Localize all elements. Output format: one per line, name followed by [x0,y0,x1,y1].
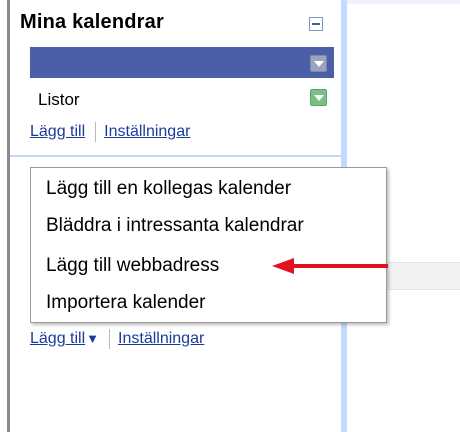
menu-item-add-colleague-calendar[interactable]: Lägg till en kollegas kalender [46,178,291,200]
menu-item-add-by-url[interactable]: Lägg till webbadress [46,255,219,277]
minus-icon[interactable] [309,17,323,31]
menu-item-import-calendar[interactable]: Importera kalender [46,292,205,314]
add-calendar-link[interactable]: Lägg till [30,123,85,140]
my-calendars-title: Mina kalendrar [20,11,164,33]
settings-link[interactable]: Inställningar [104,123,190,140]
other-settings-link[interactable]: Inställningar [118,330,204,347]
red-arrow-head [272,258,294,274]
link-separator [109,329,111,349]
chevron-down-icon[interactable] [310,89,327,106]
other-calendars-links: Lägg till▼ Inställningar [30,329,204,349]
section-divider [10,155,341,157]
add-other-calendar-label: Lägg till [30,330,86,348]
add-other-calendar-link[interactable]: Lägg till▼ [30,330,99,347]
chevron-down-icon: ▼ [86,331,100,347]
calendar-item-label[interactable]: Listor [38,90,80,110]
link-separator [95,122,97,142]
window-frame-left [0,0,10,432]
add-calendar-menu: Lägg till en kollegas kalender Bläddra i… [30,167,387,323]
calendar-item-selected[interactable] [30,47,334,78]
my-calendars-links: Lägg till Inställningar [30,122,190,142]
main-area-topline [347,0,460,4]
red-arrow-icon [272,258,388,274]
chevron-down-icon[interactable] [310,55,327,72]
menu-item-browse-calendars[interactable]: Bläddra i intressanta kalendrar [46,215,304,237]
